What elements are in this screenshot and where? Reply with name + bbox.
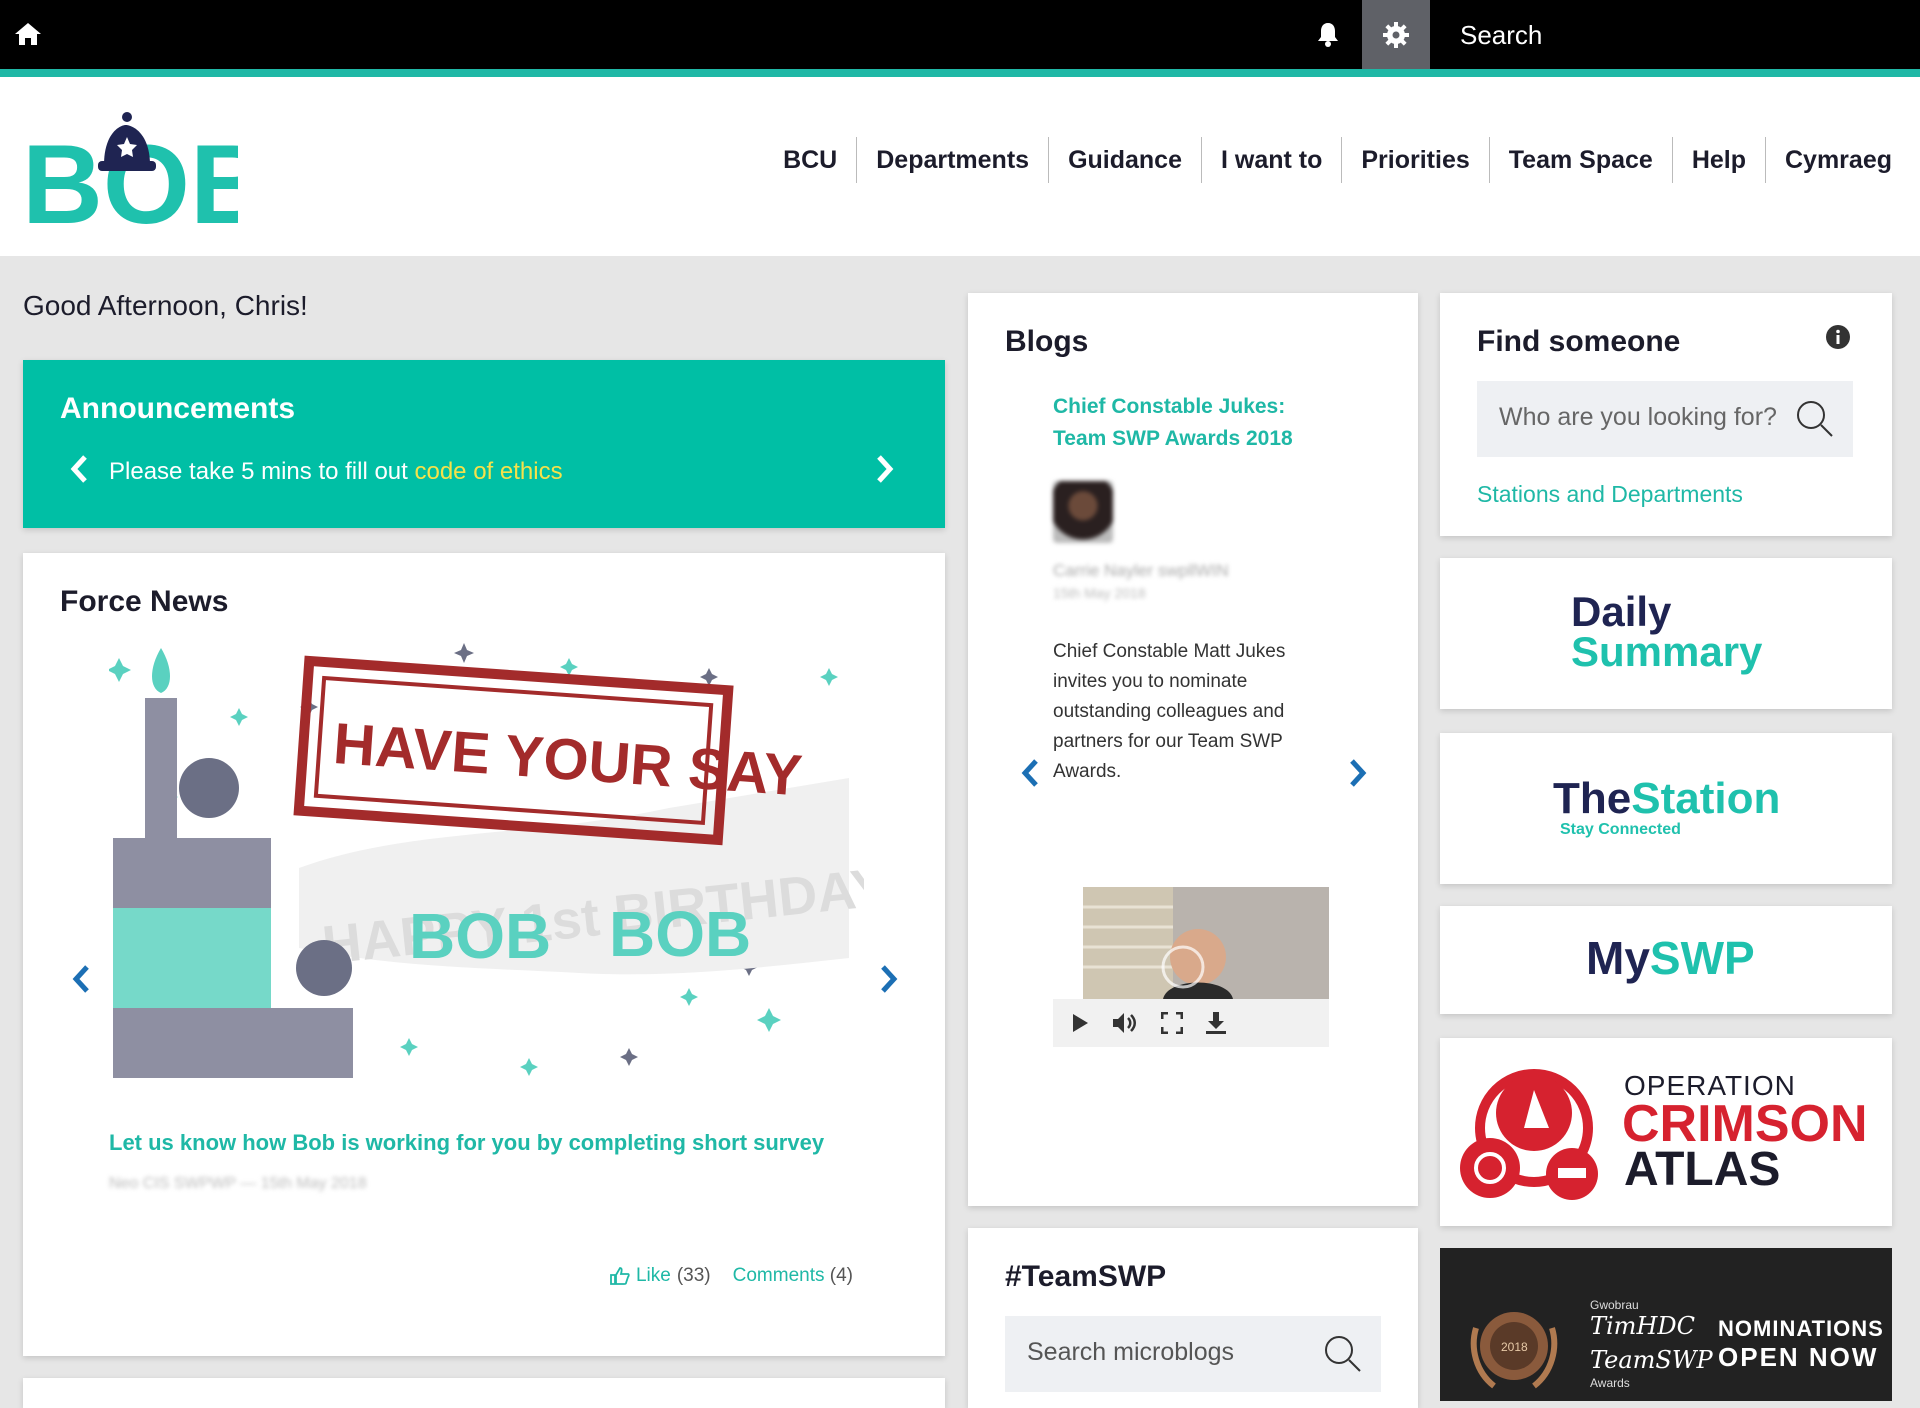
nav-cymraeg[interactable]: Cymraeg — [1766, 137, 1892, 183]
nav-team-space[interactable]: Team Space — [1490, 137, 1673, 183]
nav-priorities[interactable]: Priorities — [1342, 137, 1490, 183]
fullscreen-icon[interactable] — [1161, 1012, 1183, 1034]
svg-text:BOB: BOB — [609, 898, 751, 970]
nav-i-want-to[interactable]: I want to — [1202, 137, 1343, 183]
site-header: BOB BCU Departments Guidance I want to P… — [0, 77, 1920, 256]
daily-summary-tile[interactable]: Daily Summary — [1440, 558, 1892, 709]
nav-help[interactable]: Help — [1673, 137, 1766, 183]
top-bar: Search — [0, 0, 1920, 69]
gear-icon — [1383, 21, 1409, 48]
op-line3: ATLAS — [1624, 1143, 1781, 1196]
announcements-panel: Announcements Please take 5 mins to fill… — [23, 360, 945, 528]
svg-text:2018: 2018 — [1501, 1340, 1528, 1354]
microblog-search-input[interactable]: Search microblogs — [1005, 1316, 1381, 1392]
bob-logo[interactable]: BOB — [22, 103, 271, 247]
notifications-button[interactable] — [1308, 16, 1348, 52]
awards-label: Awards — [1590, 1376, 1630, 1390]
bell-icon — [1318, 23, 1338, 47]
play-icon[interactable] — [1071, 1013, 1089, 1033]
info-icon[interactable] — [1826, 325, 1850, 349]
blogs-panel: Blogs Chief Constable Jukes: Team SWP Aw… — [968, 293, 1418, 1206]
author-avatar — [1053, 481, 1113, 543]
blog-post-title[interactable]: Chief Constable Jukes: Team SWP Awards 2… — [1053, 391, 1343, 455]
crimson-atlas-emblem — [1460, 1069, 1598, 1200]
code-of-ethics-link[interactable]: code of ethics — [414, 458, 562, 485]
like-button[interactable]: Like (33) — [610, 1265, 711, 1287]
chevron-left-icon[interactable] — [71, 963, 91, 995]
find-someone-panel: Find someone Who are you looking for? St… — [1440, 293, 1892, 536]
thumbs-up-icon — [610, 1267, 630, 1285]
awards-welsh: TimHDC — [1590, 1312, 1695, 1340]
chevron-left-icon[interactable] — [1020, 757, 1040, 789]
daily-summary-word1: Daily — [1571, 588, 1672, 635]
video-controls — [1053, 999, 1329, 1047]
next-panel — [23, 1378, 945, 1408]
nav-guidance[interactable]: Guidance — [1049, 137, 1202, 183]
nav-departments[interactable]: Departments — [857, 137, 1050, 183]
video-player[interactable] — [1053, 887, 1329, 1047]
nav-bcu[interactable]: BCU — [764, 137, 858, 183]
download-icon[interactable] — [1205, 1011, 1227, 1035]
the-station-word1: The — [1553, 774, 1632, 823]
awards-english: TeamSWP — [1590, 1346, 1713, 1374]
announcements-title: Announcements — [60, 392, 296, 425]
video-frame[interactable] — [1083, 887, 1329, 999]
myswp-tile[interactable]: MySWP — [1440, 906, 1892, 1014]
search-icon — [1797, 401, 1833, 437]
stations-departments-link[interactable]: Stations and Departments — [1477, 481, 1743, 508]
blog-author: Carrie Nayler swpllWIN — [1053, 561, 1229, 580]
teamswp-panel: #TeamSWP Search microblogs — [968, 1228, 1418, 1408]
blog-date: 15th May 2018 — [1053, 585, 1146, 601]
team-swp-awards-tile[interactable]: 2018 Gwobrau TimHDC TeamSWP Awards NOMIN… — [1440, 1248, 1892, 1401]
force-news-title: Force News — [60, 585, 229, 618]
news-image[interactable]: HAPPY 1st BIRTHDAY BOB BOB HAVE YOUR SAY — [109, 638, 864, 1078]
people-search-input[interactable]: Who are you looking for? — [1477, 381, 1853, 457]
comments-link[interactable]: Comments (4) — [733, 1265, 853, 1287]
teamswp-title: #TeamSWP — [1005, 1260, 1167, 1293]
chevron-right-icon[interactable] — [1348, 757, 1368, 789]
news-article-meta: Neo CIS SWPWP — 15th May 2018 — [109, 1175, 367, 1192]
chevron-left-icon[interactable] — [69, 454, 89, 484]
home-button[interactable] — [12, 16, 44, 52]
the-station-tile[interactable]: TheStation Stay Connected — [1440, 733, 1892, 884]
greeting: Good Afternoon, Chris! — [23, 290, 308, 321]
blogs-title: Blogs — [1005, 325, 1089, 358]
chevron-right-icon[interactable] — [879, 963, 899, 995]
accent-strip — [0, 69, 1920, 77]
awards-cta1: NOMINATIONS — [1718, 1316, 1884, 1341]
awards-cta2: OPEN NOW — [1718, 1342, 1879, 1372]
chevron-right-icon[interactable] — [875, 454, 895, 484]
svg-text:HAVE YOUR SAY: HAVE YOUR SAY — [331, 711, 804, 809]
awards-medal-icon: 2018 — [1470, 1312, 1558, 1389]
myswp-word2: SWP — [1649, 932, 1755, 984]
news-engagement: Like (33) Comments (4) — [610, 1265, 853, 1287]
operation-crimson-atlas-tile[interactable]: OPERATION CRIMSON ATLAS — [1440, 1038, 1892, 1226]
awards-small: Gwobrau — [1590, 1298, 1639, 1312]
the-station-tagline: Stay Connected — [1560, 821, 1681, 838]
settings-button[interactable] — [1362, 0, 1430, 69]
main-nav: BCU Departments Guidance I want to Prior… — [764, 137, 1892, 183]
find-someone-title: Find someone — [1477, 325, 1681, 358]
blog-excerpt: Chief Constable Matt Jukes invites you t… — [1053, 641, 1286, 782]
news-article-title[interactable]: Let us know how Bob is working for you b… — [109, 1130, 824, 1156]
global-search[interactable]: Search — [1430, 0, 1920, 69]
the-station-word2: Station — [1631, 774, 1781, 823]
volume-icon[interactable] — [1111, 1011, 1139, 1035]
announcement-message: Please take 5 mins to fill out code of e… — [109, 458, 563, 485]
force-news-panel: Force News HAPPY 1st BIRTHDAY BOB BOB HA… — [23, 553, 945, 1356]
svg-text:BOB: BOB — [409, 900, 551, 972]
daily-summary-word2: Summary — [1571, 628, 1763, 675]
myswp-word1: My — [1586, 932, 1650, 984]
home-icon — [15, 23, 41, 45]
search-icon — [1325, 1336, 1361, 1372]
